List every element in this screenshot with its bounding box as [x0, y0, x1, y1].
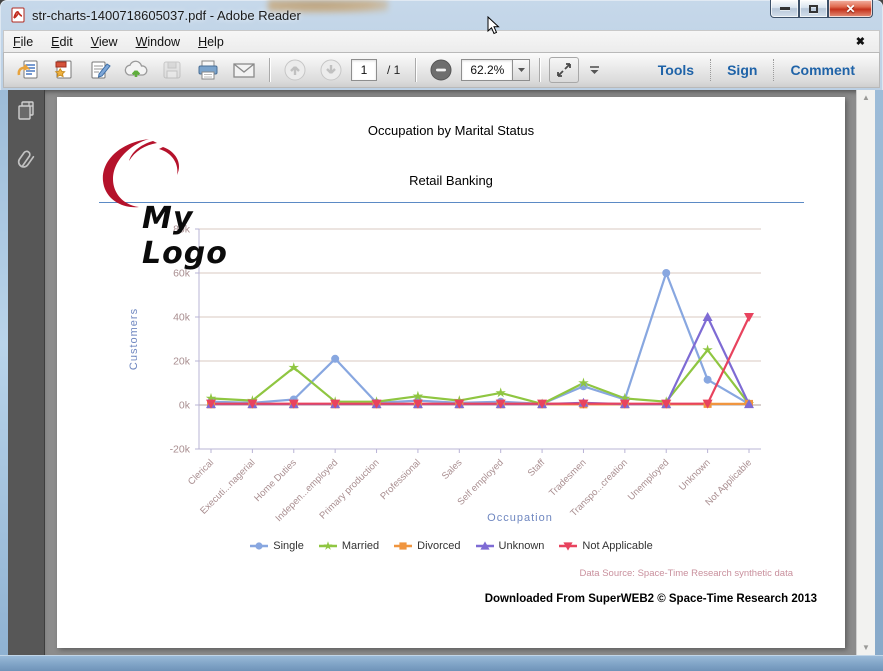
menu-view[interactable]: View — [82, 32, 127, 52]
legend-marker-icon — [475, 541, 494, 550]
svg-text:40k: 40k — [173, 312, 191, 324]
menu-window[interactable]: Window — [127, 32, 189, 52]
legend-item: Single — [249, 540, 304, 552]
toolbar-separator — [269, 58, 270, 82]
pdf-file-icon — [11, 7, 25, 23]
chart-legend: Single Married Divorced Unknown Not Applicab… — [57, 540, 845, 552]
svg-text:Unknown: Unknown — [677, 457, 713, 493]
minimize-button[interactable] — [770, 0, 799, 18]
svg-text:Professional: Professional — [378, 457, 423, 502]
menu-help[interactable]: Help — [189, 32, 233, 52]
download-attribution: Downloaded From SuperWEB2 © Space-Time R… — [484, 593, 817, 605]
legend-item: Married — [318, 540, 379, 552]
svg-text:Clerical: Clerical — [186, 457, 216, 487]
page-thumbnails-icon[interactable] — [16, 100, 36, 122]
svg-text:Tradesmen: Tradesmen — [547, 457, 589, 499]
svg-text:Unemployed: Unemployed — [626, 457, 671, 502]
navigation-pane — [8, 90, 45, 655]
svg-text:-20k: -20k — [170, 444, 191, 456]
close-icon: ✕ — [845, 1, 856, 16]
legend-item: Not Applicable — [558, 540, 653, 552]
print-button[interactable] — [192, 56, 224, 84]
save-button[interactable] — [156, 56, 188, 84]
close-button[interactable]: ✕ — [828, 0, 873, 18]
svg-text:Staff: Staff — [526, 457, 548, 479]
attachments-paperclip-icon[interactable] — [17, 148, 35, 174]
email-icon — [233, 63, 255, 78]
legend-item: Divorced — [393, 540, 461, 552]
comment-button[interactable]: Comment — [774, 58, 871, 82]
menu-bar: File Edit View Window Help ✖ — [3, 30, 880, 52]
menu-edit[interactable]: Edit — [42, 32, 82, 52]
menu-file[interactable]: File — [4, 32, 42, 52]
previous-page-button[interactable] — [279, 56, 311, 84]
zoom-dropdown-button[interactable] — [513, 59, 531, 81]
create-pdf-button[interactable] — [48, 56, 80, 84]
save-icon — [163, 61, 181, 79]
pdf-page: Occupation by Marital Status My Logo Ret… — [57, 97, 845, 648]
svg-text:Sales: Sales — [440, 457, 465, 482]
svg-text:0k: 0k — [179, 400, 191, 412]
legend-label: Single — [273, 540, 304, 552]
logo-text: My Logo — [142, 201, 228, 271]
legend-marker-icon — [250, 542, 269, 550]
tools-button[interactable]: Tools — [642, 58, 710, 82]
previous-page-icon — [284, 59, 306, 81]
document-view[interactable]: Occupation by Marital Status My Logo Ret… — [45, 90, 875, 655]
open-file-icon — [17, 60, 38, 79]
window-left-border — [0, 90, 8, 655]
title-bar[interactable]: str-charts-1400718605037.pdf - Adobe Rea… — [0, 0, 883, 30]
legend-label: Not Applicable — [582, 540, 653, 552]
open-file-button[interactable] — [12, 56, 44, 84]
svg-text:Occupation: Occupation — [487, 512, 553, 524]
legend-marker-icon — [559, 542, 578, 551]
sign-button[interactable]: Sign — [711, 58, 773, 82]
create-pdf-icon — [54, 60, 72, 79]
company-logo: My Logo — [87, 135, 287, 271]
vertical-scrollbar[interactable]: ▲ ▼ — [856, 90, 875, 655]
legend-label: Married — [341, 540, 380, 552]
mouse-cursor — [487, 16, 500, 35]
scroll-down-icon[interactable]: ▼ — [862, 643, 870, 652]
zoom-out-button[interactable] — [425, 56, 457, 84]
fullscreen-mode-button[interactable] — [549, 57, 580, 83]
legend-marker-icon — [394, 542, 413, 550]
toolbar-separator — [539, 58, 541, 82]
chevron-down-icon — [517, 68, 525, 72]
legend-label: Divorced — [417, 540, 461, 552]
toolbar: 1 / 1 62.2% Tools Sign Comment — [3, 52, 880, 88]
next-page-button[interactable] — [315, 56, 347, 84]
expand-arrows-icon — [557, 63, 572, 77]
window-bottom-border — [0, 655, 883, 671]
page-number-input[interactable]: 1 — [351, 59, 377, 81]
adobe-reader-window: str-charts-1400718605037.pdf - Adobe Rea… — [0, 0, 883, 671]
svg-text:20k: 20k — [173, 356, 191, 368]
minimize-icon — [779, 7, 790, 10]
cloud-upload-button[interactable] — [120, 56, 152, 84]
maximize-button[interactable] — [799, 0, 828, 18]
legend-item: Unknown — [475, 540, 545, 552]
legend-marker-icon — [318, 541, 337, 550]
legend-label: Unknown — [498, 540, 545, 552]
content-area: Occupation by Marital Status My Logo Ret… — [0, 90, 883, 655]
sign-fill-button[interactable] — [84, 56, 116, 84]
data-source-note: Data Source: Space-Time Research synthet… — [579, 568, 794, 579]
maximize-icon — [809, 4, 818, 13]
menu-chevron-icon — [589, 65, 599, 74]
toolbar-overflow-button[interactable] — [583, 56, 605, 84]
toolbar-separator — [415, 58, 417, 82]
close-document-icon[interactable]: ✖ — [856, 35, 865, 48]
sign-fill-icon — [91, 61, 111, 79]
cloud-upload-icon — [124, 60, 148, 77]
svg-text:Customers: Customers — [128, 308, 140, 370]
zoom-out-icon — [430, 59, 452, 81]
window-right-border — [875, 90, 883, 655]
page-total-label: / 1 — [387, 63, 401, 77]
zoom-level-input[interactable]: 62.2% — [461, 59, 514, 81]
next-page-icon — [320, 59, 342, 81]
email-button[interactable] — [228, 56, 260, 84]
window-title: str-charts-1400718605037.pdf - Adobe Rea… — [32, 7, 301, 23]
scroll-up-icon[interactable]: ▲ — [862, 93, 870, 102]
print-icon — [198, 60, 218, 80]
